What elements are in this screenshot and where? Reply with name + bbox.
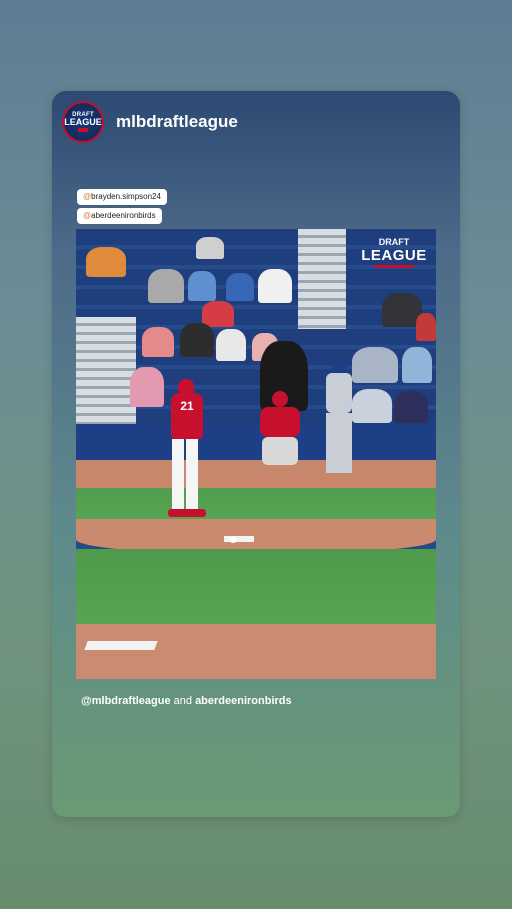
mention-tag-1[interactable]: @brayden.simpson24 <box>77 189 167 205</box>
batter-helmet <box>332 357 348 373</box>
at-icon: @ <box>83 211 92 220</box>
avatar-logo-main: LEAGUE <box>64 117 102 127</box>
mention-tag-2[interactable]: @aberdeenironbirds <box>77 208 162 224</box>
catcher-legs <box>262 437 298 465</box>
watermark-main: LEAGUE <box>361 247 427 264</box>
at-icon: @ <box>83 192 92 201</box>
caption-user-2[interactable]: aberdeenironbirds <box>195 695 292 707</box>
avatar-logo-bar <box>78 128 88 132</box>
outfield-wall <box>76 424 436 460</box>
stadium-stairs <box>298 229 346 329</box>
outfield-grass <box>76 549 436 624</box>
spectator <box>416 313 436 341</box>
spectator <box>196 237 224 259</box>
spectator <box>352 347 398 383</box>
spectator <box>130 367 164 407</box>
watermark-top: DRAFT <box>378 237 410 247</box>
spectator <box>202 301 234 327</box>
spectator <box>394 391 428 423</box>
spectator <box>180 323 214 357</box>
infield-dirt <box>76 460 436 488</box>
spectator <box>352 389 392 423</box>
batter-jersey <box>326 373 352 413</box>
batter <box>318 357 358 477</box>
baseball <box>229 537 237 543</box>
draft-league-watermark: DRAFT LEAGUE <box>358 237 430 289</box>
jersey: 21 <box>171 393 203 439</box>
profile-avatar[interactable]: DRAFT LEAGUE <box>62 101 104 143</box>
spectator <box>142 327 174 357</box>
caption-and: and <box>173 695 192 707</box>
catcher <box>258 391 302 467</box>
spectator <box>226 273 254 301</box>
video-frame[interactable]: 21 DRAFT LEAGUE <box>76 229 436 679</box>
spectator <box>148 269 184 303</box>
profile-username[interactable]: mlbdraftleague <box>116 112 238 132</box>
pitchers-mound <box>76 519 436 553</box>
stadium-stairs-left <box>76 317 136 427</box>
watermark-bar <box>374 265 414 268</box>
spectator <box>258 269 292 303</box>
mention-text-2: aberdeenironbirds <box>91 211 156 220</box>
cleats <box>168 509 206 517</box>
pants-right <box>186 439 198 511</box>
story-caption: @mlbdraftleague and aberdeenironbirds <box>81 695 292 707</box>
batter-pants <box>326 413 352 473</box>
story-card: DRAFT LEAGUE mlbdraftleague @brayden.sim… <box>52 91 460 817</box>
base-bag <box>84 641 158 650</box>
cap <box>178 379 194 393</box>
spectator <box>188 271 216 301</box>
catcher-body <box>260 407 300 437</box>
spectator <box>402 347 432 383</box>
caption-user-1[interactable]: @mlbdraftleague <box>81 695 171 707</box>
pitcher: 21 <box>168 379 206 519</box>
pants-left <box>172 439 184 511</box>
catcher-helmet <box>272 391 288 407</box>
mention-text-1: brayden.simpson24 <box>91 192 161 201</box>
spectator <box>216 329 246 361</box>
jersey-number: 21 <box>180 399 194 413</box>
baseline-dirt <box>76 624 436 679</box>
spectator <box>86 247 126 277</box>
